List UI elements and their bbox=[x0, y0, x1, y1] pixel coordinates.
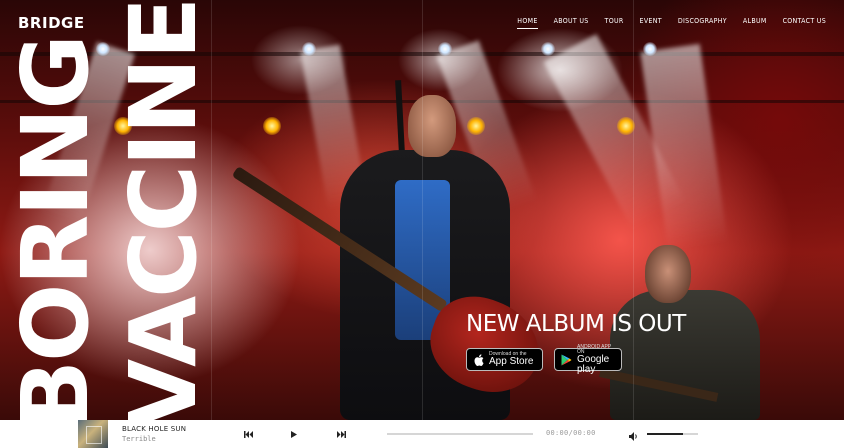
amber-stage-light bbox=[263, 117, 281, 135]
apple-icon bbox=[473, 353, 484, 366]
stage-light bbox=[541, 42, 555, 56]
bassist-head bbox=[645, 245, 691, 303]
nav-item-discography[interactable]: DISCOGRAPHY bbox=[678, 17, 727, 29]
app-store-button[interactable]: Download on the App Store bbox=[466, 348, 543, 371]
nav-item-album[interactable]: ALBUM bbox=[743, 17, 767, 29]
grid-line bbox=[633, 0, 634, 420]
hero-headline: NEW ALBUM IS OUT bbox=[466, 311, 686, 337]
volume-fill bbox=[647, 433, 683, 435]
google-play-text: ANDROID APP ON Google play bbox=[577, 343, 615, 375]
album-cover bbox=[78, 420, 108, 448]
google-play-small-label: ANDROID APP ON bbox=[577, 343, 612, 355]
progress-bar[interactable] bbox=[387, 433, 533, 435]
audio-player: BLACK HOLE SUN Terrible 00:00/00:00 bbox=[0, 420, 844, 448]
nav-item-home[interactable]: HOME bbox=[517, 17, 538, 29]
app-store-text: Download on the App Store bbox=[489, 352, 533, 367]
site-logo[interactable]: BRIDGE bbox=[18, 14, 85, 32]
speaker-icon[interactable] bbox=[629, 428, 639, 441]
skip-forward-icon[interactable] bbox=[335, 429, 347, 439]
volume-slider[interactable] bbox=[647, 433, 698, 435]
grid-line bbox=[422, 0, 423, 420]
play-triangle-icon bbox=[561, 353, 572, 366]
main-nav: HOME ABOUT US TOUR EVENT DISCOGRAPHY ALB… bbox=[517, 17, 826, 29]
stage-light bbox=[438, 42, 452, 56]
track-artist: Terrible bbox=[122, 435, 156, 443]
amber-stage-light bbox=[467, 117, 485, 135]
google-play-button[interactable]: ANDROID APP ON Google play bbox=[554, 344, 622, 374]
nav-item-about-us[interactable]: ABOUT US bbox=[554, 17, 589, 29]
time-readout: 00:00/00:00 bbox=[546, 429, 596, 437]
google-play-label: Google play bbox=[577, 353, 610, 375]
stage-light bbox=[302, 42, 316, 56]
guitarist-head bbox=[408, 95, 456, 157]
app-store-label: App Store bbox=[489, 356, 534, 367]
nav-item-tour[interactable]: TOUR bbox=[605, 17, 624, 29]
play-icon[interactable] bbox=[288, 429, 300, 439]
nav-item-event[interactable]: EVENT bbox=[640, 17, 662, 29]
nav-item-contact-us[interactable]: CONTACT US bbox=[783, 17, 826, 29]
skip-back-icon[interactable] bbox=[242, 429, 254, 439]
hero-word-boring: BORING bbox=[2, 36, 109, 430]
light-beam bbox=[640, 43, 728, 251]
track-title: BLACK HOLE SUN bbox=[122, 425, 187, 433]
hero-word-vaccines: VACCINES bbox=[110, 0, 217, 430]
stage-light bbox=[643, 42, 657, 56]
